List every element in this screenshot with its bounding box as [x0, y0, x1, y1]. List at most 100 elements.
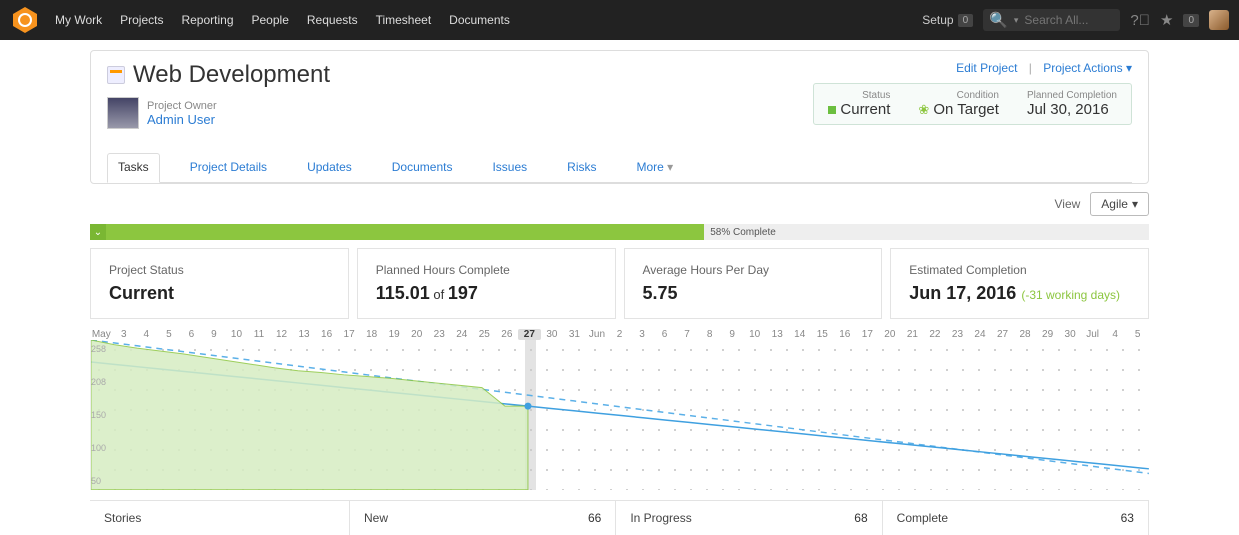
progress-expand-icon[interactable]: ⌄	[90, 224, 106, 240]
nav-projects[interactable]: Projects	[120, 13, 163, 27]
metric-value: 115.01 of 197	[376, 283, 597, 304]
tab-more[interactable]: More	[627, 154, 684, 182]
date-tick: 8	[698, 329, 721, 340]
metric-value: Current	[109, 283, 330, 304]
condition-label: Condition	[918, 90, 999, 101]
setup-label: Setup	[922, 13, 953, 27]
metrics-row: Project Status Current Planned Hours Compl…	[90, 248, 1149, 319]
setup-badge: 0	[958, 14, 974, 27]
date-tick: 27	[518, 329, 541, 340]
date-tick: 30	[1059, 329, 1082, 340]
status-summary-box: Status Current Condition ❀On Target Plan…	[813, 83, 1132, 125]
stories-title-cell: Stories	[90, 501, 350, 535]
tab-tasks[interactable]: Tasks	[107, 153, 160, 183]
date-tick: 20	[405, 329, 428, 340]
date-tick: 17	[856, 329, 879, 340]
main-nav: My Work Projects Reporting People Requests Ti…	[55, 13, 510, 27]
chevron-down-icon	[664, 160, 673, 174]
owner-label: Project Owner	[147, 100, 217, 112]
metric-card: Estimated CompletionJun 17, 2016 (-31 wo…	[890, 248, 1149, 319]
date-tick: 6	[653, 329, 676, 340]
nav-timesheet[interactable]: Timesheet	[376, 13, 432, 27]
date-tick: 31	[563, 329, 586, 340]
date-tick: 14	[788, 329, 811, 340]
story-status-cell[interactable]: Complete63	[883, 501, 1149, 535]
burndown-chart: May3456910111213161718192023242526273031…	[90, 329, 1149, 490]
chart-y-axis: 25820815010050	[91, 340, 119, 490]
story-summary-row: StoriesNew66In Progress68Complete63	[90, 500, 1149, 535]
chevron-down-icon: ▾	[1014, 15, 1019, 26]
tab-risks[interactable]: Risks	[557, 154, 606, 182]
view-row: View Agile▾	[90, 184, 1149, 224]
leaf-icon: ❀	[918, 102, 929, 118]
separator: |	[1029, 61, 1032, 75]
star-icon[interactable]: ★	[1160, 11, 1173, 29]
tab-updates[interactable]: Updates	[297, 154, 362, 182]
topbar: My Work Projects Reporting People Requests Ti…	[0, 0, 1239, 40]
date-tick: 22	[924, 329, 947, 340]
date-tick: 28	[1014, 329, 1037, 340]
date-tick: 5	[158, 329, 181, 340]
tab-issues[interactable]: Issues	[482, 154, 537, 182]
app-logo[interactable]	[10, 5, 40, 35]
date-tick: 3	[631, 329, 654, 340]
date-tick: 23	[428, 329, 451, 340]
status-indicator-icon	[828, 106, 836, 114]
nav-documents[interactable]: Documents	[449, 13, 510, 27]
date-tick: Jun	[586, 329, 609, 340]
date-tick: 5	[1126, 329, 1149, 340]
search-input[interactable]	[1024, 13, 1114, 27]
tab-project-details[interactable]: Project Details	[180, 154, 277, 182]
status-value: Current	[840, 101, 890, 118]
condition-value: On Target	[933, 101, 999, 118]
metric-value: 5.75	[643, 283, 864, 304]
owner-name-link[interactable]: Admin User	[147, 112, 217, 127]
edit-project-link[interactable]: Edit Project	[956, 61, 1017, 75]
date-tick: 9	[203, 329, 226, 340]
status-label: Status	[828, 90, 890, 101]
metric-label: Project Status	[109, 263, 330, 277]
owner-avatar[interactable]	[107, 97, 139, 129]
global-search[interactable]: 🔍 ▾	[983, 9, 1120, 31]
project-icon	[107, 66, 125, 84]
date-tick: 19	[383, 329, 406, 340]
date-tick: May	[90, 329, 113, 340]
date-tick: 17	[338, 329, 361, 340]
date-tick: 21	[901, 329, 924, 340]
user-avatar[interactable]	[1209, 10, 1229, 30]
topbar-right: Setup 0 🔍 ▾ ?⃝ ★ 0	[922, 9, 1229, 31]
date-tick: 20	[879, 329, 902, 340]
date-tick: 10	[743, 329, 766, 340]
date-tick: 12	[270, 329, 293, 340]
date-tick: Jul	[1081, 329, 1104, 340]
date-tick: 27	[991, 329, 1014, 340]
date-tick: 16	[834, 329, 857, 340]
date-tick: 13	[766, 329, 789, 340]
chevron-down-icon: ▾	[1126, 61, 1132, 75]
nav-reporting[interactable]: Reporting	[181, 13, 233, 27]
date-tick: 9	[721, 329, 744, 340]
nav-people[interactable]: People	[252, 13, 289, 27]
agile-view-button[interactable]: Agile▾	[1090, 192, 1149, 216]
chart-body: 25820815010050	[90, 340, 1149, 490]
date-tick: 4	[1104, 329, 1127, 340]
setup-link[interactable]: Setup 0	[922, 13, 973, 27]
date-tick: 16	[315, 329, 338, 340]
nav-my-work[interactable]: My Work	[55, 13, 102, 27]
story-status-cell[interactable]: In Progress68	[616, 501, 882, 535]
date-tick: 30	[541, 329, 564, 340]
progress-bar: ⌄ 58% Complete	[90, 224, 1149, 240]
date-tick: 23	[946, 329, 969, 340]
view-label: View	[1054, 197, 1080, 211]
project-actions-menu[interactable]: Project Actions ▾	[1043, 61, 1132, 75]
story-status-cell[interactable]: New66	[350, 501, 616, 535]
metric-label: Average Hours Per Day	[643, 263, 864, 277]
chart-x-axis: May3456910111213161718192023242526273031…	[90, 329, 1149, 340]
chart-lines	[91, 340, 1149, 490]
help-icon[interactable]: ?⃝	[1130, 12, 1150, 29]
tab-documents[interactable]: Documents	[382, 154, 463, 182]
metric-label: Planned Hours Complete	[376, 263, 597, 277]
project-card: Web Development Project Owner Admin User…	[90, 50, 1149, 184]
nav-requests[interactable]: Requests	[307, 13, 358, 27]
project-tabs: Tasks Project Details Updates Documents Issu…	[107, 153, 1132, 183]
